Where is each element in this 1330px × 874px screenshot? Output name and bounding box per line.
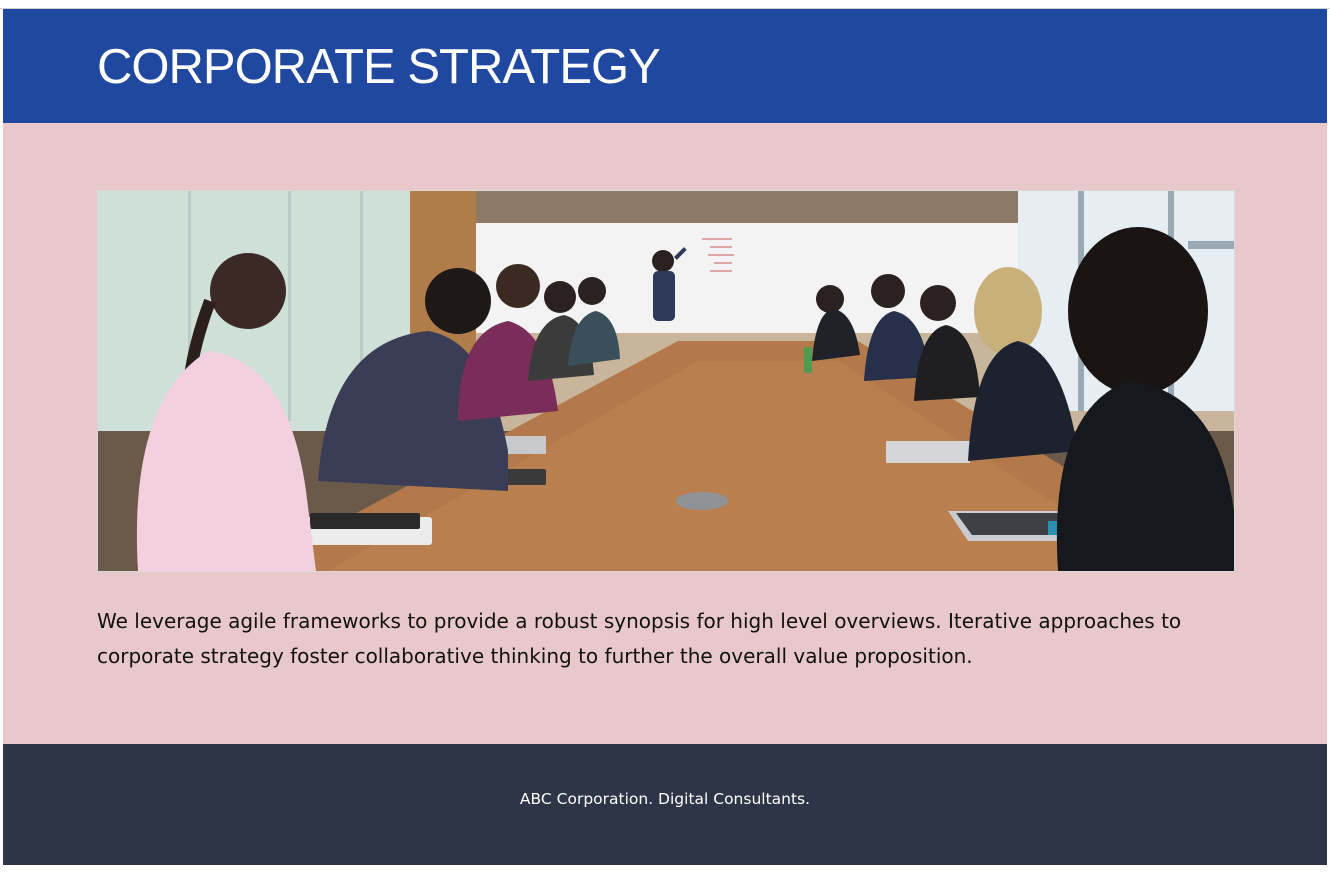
site-footer: ABC Corporation. Digital Consultants.: [3, 744, 1327, 865]
site-header: CORPORATE STRATEGY: [3, 9, 1327, 123]
main-content: We leverage agile frameworks to provide …: [3, 123, 1327, 744]
browser-top-edge: [0, 0, 1330, 9]
page-title: CORPORATE STRATEGY: [97, 40, 661, 94]
page-frame: CORPORATE STRATEGY We leverage agile fra…: [3, 9, 1327, 865]
intro-paragraph: We leverage agile frameworks to provide …: [97, 609, 1182, 668]
meeting-photo: [97, 190, 1235, 572]
footer-text: ABC Corporation. Digital Consultants.: [519, 790, 811, 808]
